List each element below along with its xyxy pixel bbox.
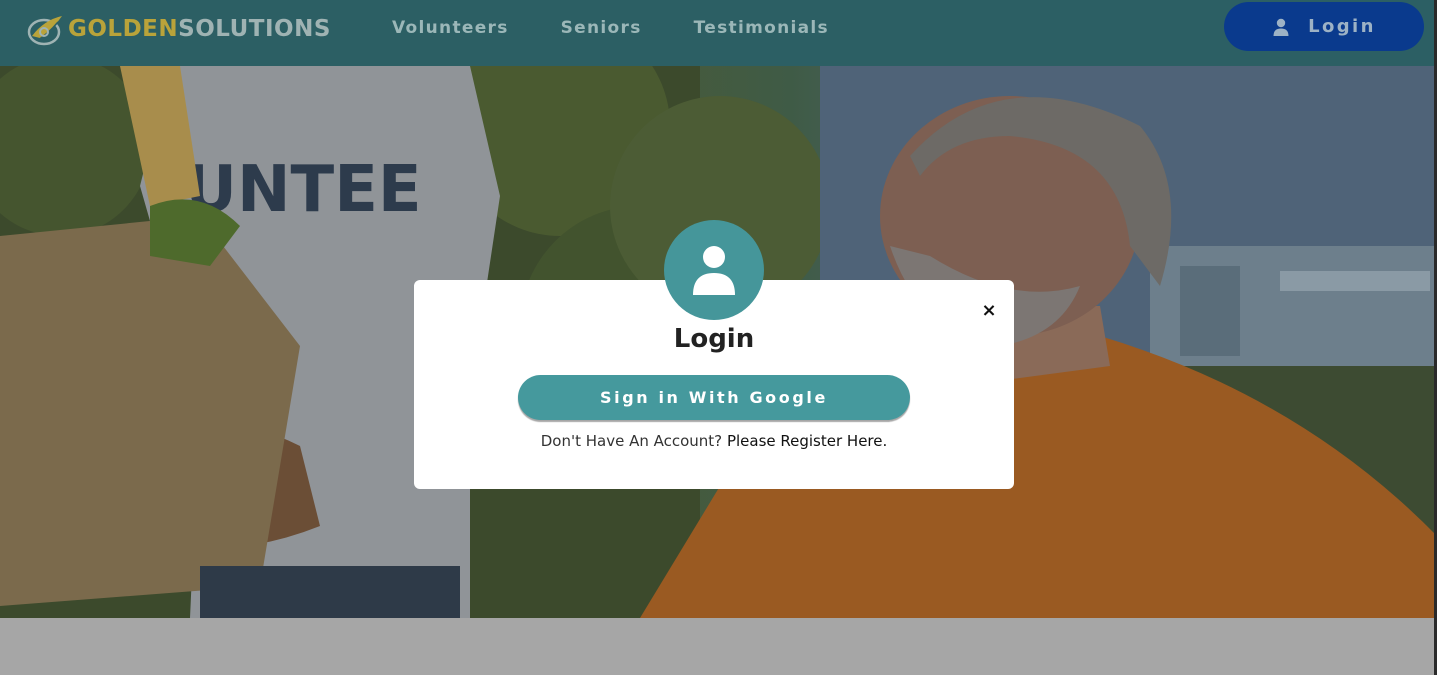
user-avatar-icon [693,246,735,295]
navbar: GOLDENSOLUTIONS Volunteers Seniors Testi… [0,0,1437,66]
page-below-hero [0,618,1437,675]
close-icon[interactable]: × [980,300,998,322]
login-avatar [664,220,764,320]
nav-link-seniors[interactable]: Seniors [561,18,642,38]
leaf-globe-logo-icon [27,16,62,46]
brand-name: GOLDENSOLUTIONS [68,16,331,42]
user-icon [1273,18,1289,36]
register-link[interactable]: Please Register Here. [727,432,887,450]
nav-link-testimonials[interactable]: Testimonials [694,18,829,38]
brand-name-solutions: SOLUTIONS [178,16,331,42]
nav-login-button[interactable]: Login [1224,2,1424,51]
nav-login-label: Login [1308,16,1376,37]
register-question: Don't Have An Account? [540,432,723,450]
brand-name-golden: GOLDEN [68,16,179,42]
register-prompt: Don't Have An Account? Please Register H… [414,432,1014,450]
brand-logo[interactable]: GOLDENSOLUTIONS [24,10,331,48]
main-nav: Volunteers Seniors Testimonials [392,18,881,38]
nav-link-volunteers[interactable]: Volunteers [392,18,509,38]
google-signin-button[interactable]: Sign in With Google [518,375,910,420]
modal-title: Login [673,324,755,354]
